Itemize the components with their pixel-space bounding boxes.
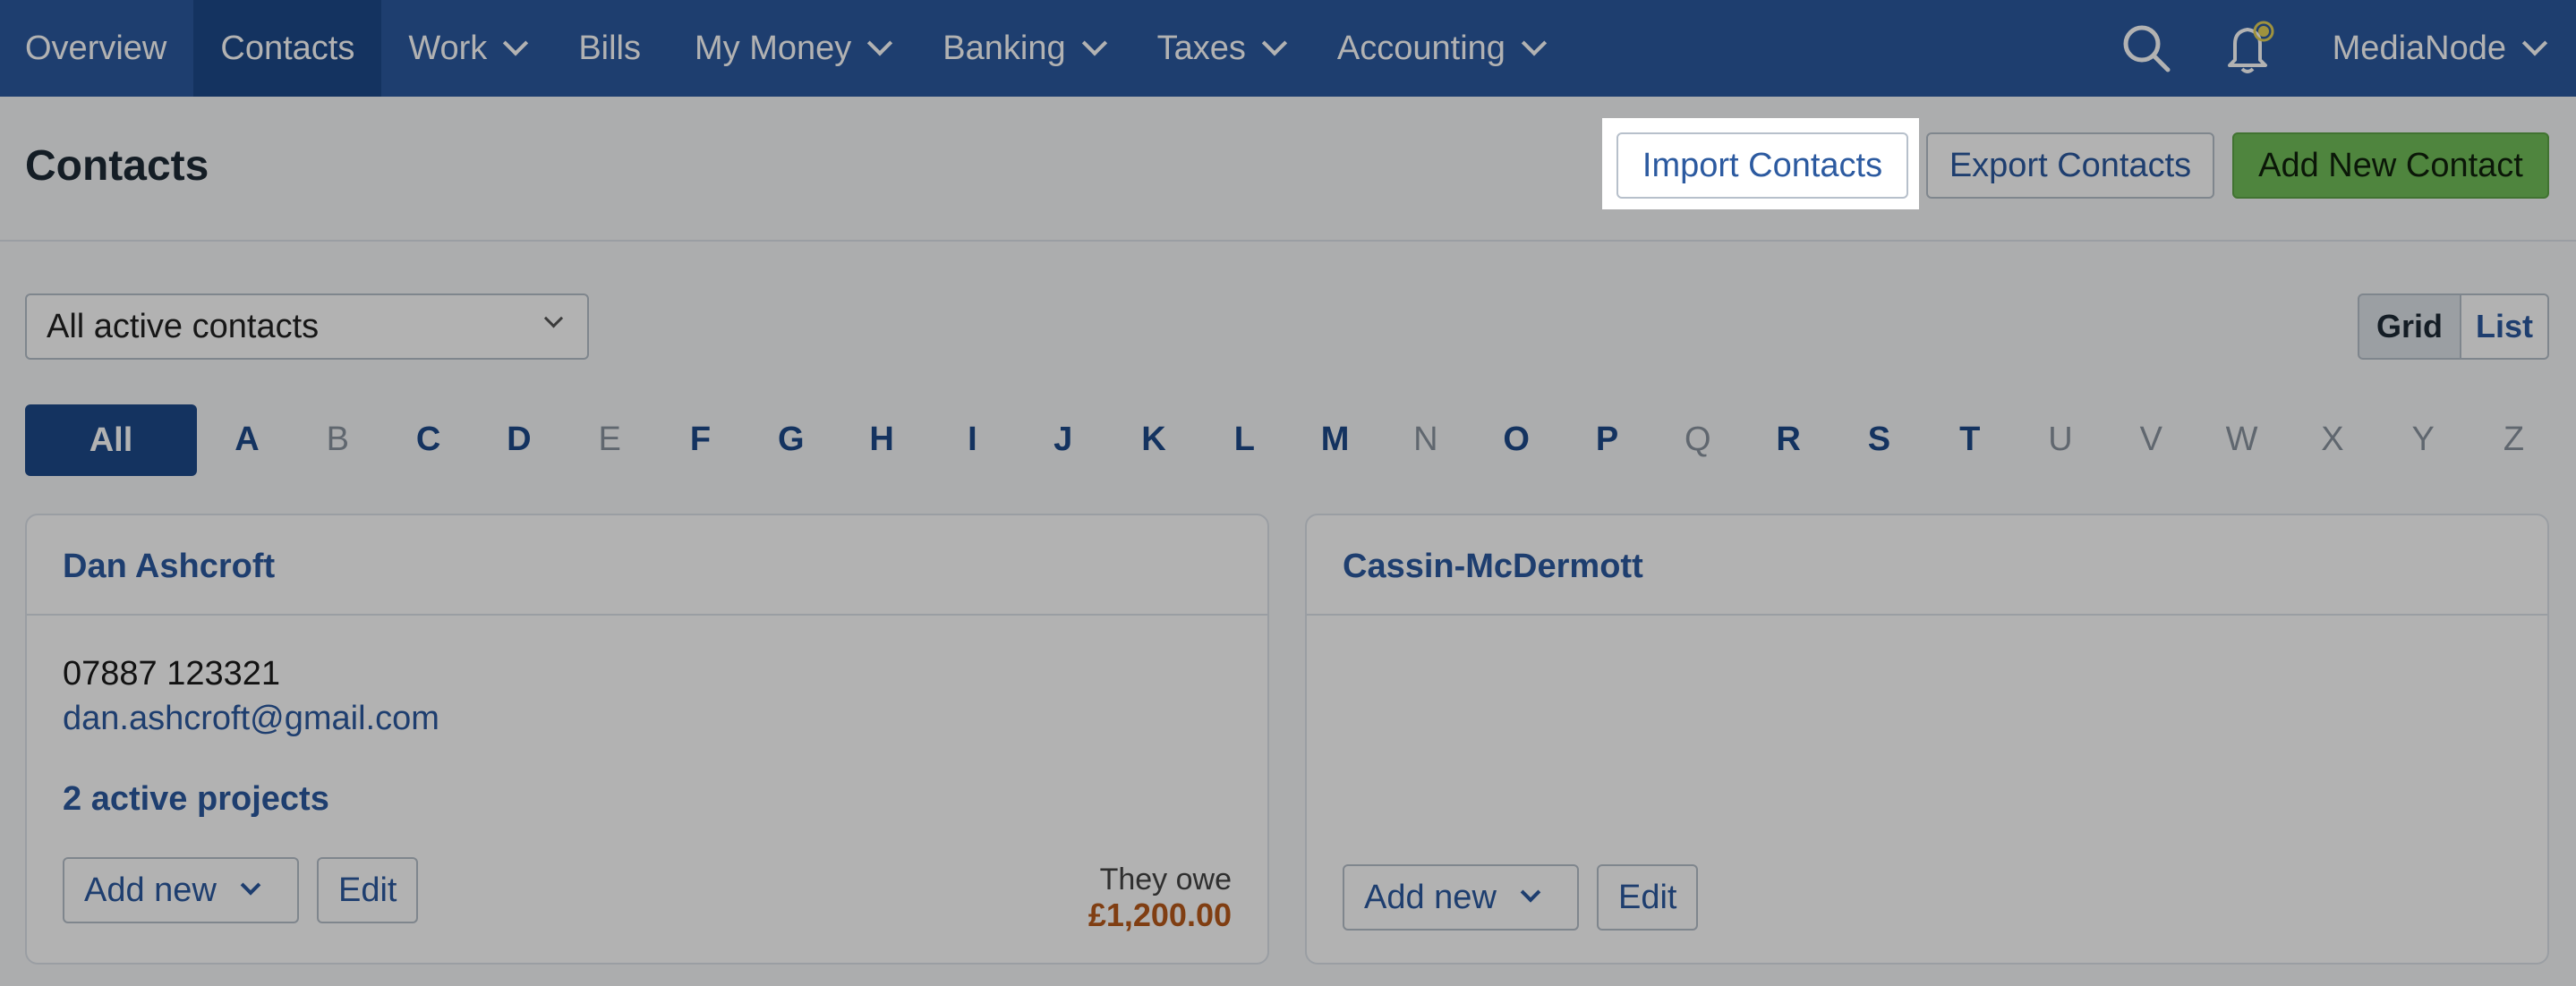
alphabet-letter-q: Q: [1685, 421, 1711, 458]
add-new-label: Add new: [84, 871, 217, 909]
nav-label: Contacts: [220, 29, 355, 67]
contact-email-link[interactable]: dan.ashcroft@gmail.com: [63, 700, 439, 738]
chevron-down-icon: [1081, 30, 1107, 56]
alphabet-letter-c[interactable]: C: [402, 421, 456, 459]
nav-label: My Money: [695, 29, 852, 67]
edit-contact-button[interactable]: Edit: [317, 857, 419, 923]
balance-amount: £1,200.00: [1088, 897, 1232, 933]
grid-view-toggle[interactable]: Grid: [2358, 293, 2461, 360]
alphabet-letter-l[interactable]: L: [1217, 421, 1271, 459]
alphabet-letter-j[interactable]: J: [1036, 421, 1090, 459]
alphabet-letter-b: B: [326, 421, 349, 458]
contact-card: Dan Ashcroft 07887 123321 dan.ashcroft@g…: [25, 514, 1269, 965]
edit-contact-button[interactable]: Edit: [1597, 864, 1699, 931]
nav-bills[interactable]: Bills: [551, 0, 668, 97]
alphabet-letter-z: Z: [2503, 421, 2525, 458]
nav-work[interactable]: Work: [381, 0, 551, 97]
nav-label: Taxes: [1156, 29, 1246, 67]
chevron-down-icon: [503, 30, 529, 56]
list-view-toggle[interactable]: List: [2460, 293, 2549, 360]
balance-label: They owe: [1099, 863, 1232, 897]
nav-label: Overview: [25, 29, 167, 67]
active-projects-link[interactable]: 2 active projects: [63, 780, 329, 819]
search-icon[interactable]: [2111, 13, 2182, 84]
alphabet-letter-e: E: [598, 421, 621, 458]
nav-taxes[interactable]: Taxes: [1130, 0, 1310, 97]
contact-name-link[interactable]: Dan Ashcroft: [63, 548, 275, 586]
alphabet-letter-m[interactable]: M: [1309, 421, 1362, 459]
alphabet-letter-v: V: [2139, 421, 2162, 458]
nav-label: Work: [408, 29, 488, 67]
alphabet-letter-u: U: [2048, 421, 2073, 458]
nav-label: Accounting: [1336, 29, 1506, 67]
nav-banking[interactable]: Banking: [916, 0, 1130, 97]
chevron-down-icon: [1261, 30, 1288, 56]
alphabet-letter-h[interactable]: H: [855, 421, 908, 459]
export-contacts-button[interactable]: Export Contacts: [1926, 132, 2214, 199]
nav-accounting[interactable]: Accounting: [1310, 0, 1570, 97]
account-menu[interactable]: MediaNode: [2333, 30, 2576, 68]
alphabet-letter-p[interactable]: P: [1581, 421, 1634, 459]
alphabet-letter-f[interactable]: F: [674, 421, 728, 459]
alphabet-letter-o[interactable]: O: [1489, 421, 1543, 459]
add-new-dropdown[interactable]: Add new: [1343, 864, 1579, 931]
alphabet-letter-s[interactable]: S: [1852, 421, 1906, 459]
alphabet-letter-d[interactable]: D: [492, 421, 546, 459]
chevron-down-icon: [867, 30, 893, 56]
nav-my-money[interactable]: My Money: [668, 0, 916, 97]
nav-right-group: MediaNode: [2111, 0, 2576, 97]
nav-label: Bills: [578, 29, 641, 67]
chevron-down-icon: [1520, 882, 1541, 903]
contact-name-link[interactable]: Cassin-McDermott: [1343, 548, 1643, 586]
chevron-down-icon: [2521, 30, 2548, 56]
add-new-label: Add new: [1364, 878, 1497, 916]
nav-contacts[interactable]: Contacts: [193, 0, 382, 97]
alphabet-all-button[interactable]: All: [25, 404, 197, 476]
alphabet-letter-n: N: [1413, 421, 1438, 458]
account-name: MediaNode: [2332, 29, 2506, 67]
alphabet-letter-y: Y: [2411, 421, 2435, 458]
contacts-filter-select[interactable]: All active contacts: [25, 293, 589, 360]
add-new-dropdown[interactable]: Add new: [63, 857, 299, 923]
alphabet-letter-x: X: [2321, 421, 2344, 458]
chevron-down-icon: [1521, 30, 1548, 56]
top-navigation: Overview Contacts Work Bills My Money Ba…: [0, 0, 2576, 97]
contact-phone: 07887 123321: [63, 655, 281, 693]
contact-card: Cassin-McDermott Add new Edit: [1305, 514, 2549, 965]
alphabet-letter-a[interactable]: A: [220, 421, 274, 459]
alphabet-letter-t[interactable]: T: [1943, 421, 1997, 459]
bell-icon[interactable]: [2213, 13, 2284, 84]
nav-overview[interactable]: Overview: [0, 0, 193, 97]
import-contacts-button[interactable]: Import Contacts: [1616, 132, 1908, 199]
chevron-down-icon: [240, 875, 261, 896]
alphabet-letter-k[interactable]: K: [1127, 421, 1181, 459]
alphabet-letter-w: W: [2225, 421, 2258, 458]
nav-label: Banking: [943, 29, 1066, 67]
select-value: All active contacts: [47, 307, 320, 345]
add-new-contact-button[interactable]: Add New Contact: [2232, 132, 2549, 199]
alphabet-letter-i[interactable]: I: [945, 421, 999, 459]
page-title: Contacts: [25, 142, 209, 190]
alphabet-letter-g[interactable]: G: [764, 421, 818, 459]
chevron-down-icon: [543, 309, 564, 328]
alphabet-letter-r[interactable]: R: [1761, 421, 1815, 459]
